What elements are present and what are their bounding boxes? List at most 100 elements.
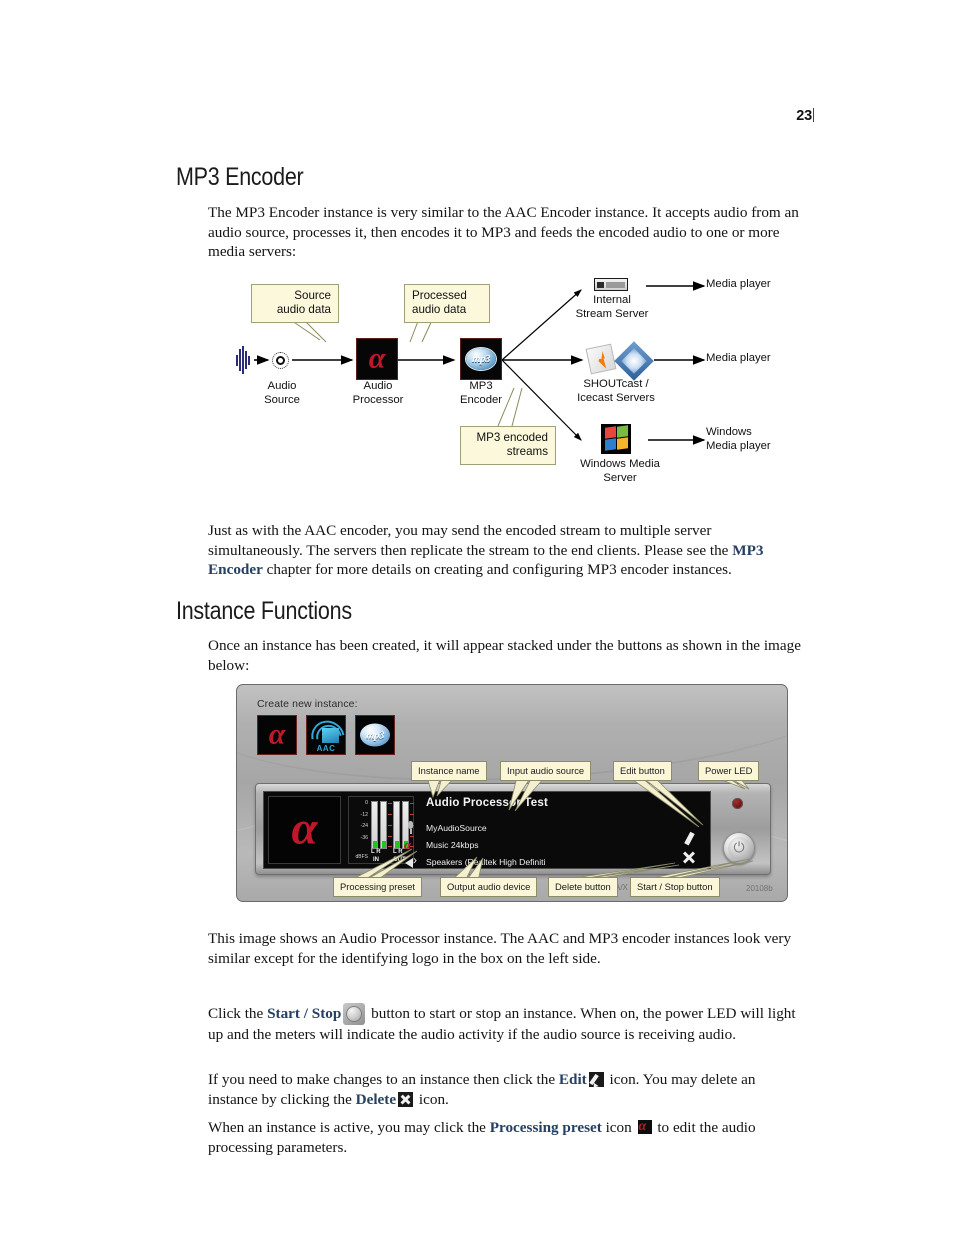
- preset-text-2: icon: [601, 1119, 636, 1136]
- callout-input-audio-source: Input audio source: [500, 761, 592, 781]
- speaker-icon: [404, 853, 418, 868]
- shoutcast-icon: [585, 343, 617, 375]
- link-delete[interactable]: Delete: [356, 1091, 396, 1108]
- meter-label-in: IN: [373, 857, 379, 863]
- heading-instance-functions: Instance Functions: [176, 597, 352, 625]
- instance-row-output-device: Speakers (Realtek High Definiti: [405, 853, 546, 868]
- audio-waveform-icon: [236, 346, 252, 374]
- meter-scale-12: -12: [360, 811, 369, 818]
- paragraph-edit-delete: If you need to make changes to an instan…: [208, 1070, 808, 1109]
- processing-preset-alpha-icon: α: [637, 1120, 652, 1134]
- microphone-icon: [404, 821, 418, 835]
- power-button-icon: ⏻: [343, 1003, 366, 1025]
- paragraph-start-stop: Click the Start / Stop ⏻ button to start …: [208, 1003, 808, 1045]
- label-mp3-encoder: MP3 Encoder: [459, 380, 503, 406]
- label-windows-media-server: Windows Media Server: [580, 458, 660, 484]
- instance-name-text: Audio Processor Test: [426, 797, 549, 809]
- mp3-encoder-flow-diagram: Audio Source α Audio Processor mp3 MP3 E…: [236, 268, 796, 500]
- link-processing-preset[interactable]: Processing preset: [490, 1119, 602, 1136]
- delete-icon[interactable]: [682, 850, 696, 864]
- create-audio-processor-button[interactable]: α: [257, 715, 297, 755]
- paragraph-image-description: This image shows an Audio Processor inst…: [208, 930, 792, 967]
- start-stop-button[interactable]: ⏻: [723, 832, 755, 864]
- alpha-logo-icon: α: [268, 717, 286, 751]
- aac-logo-text: AAC: [316, 744, 336, 753]
- audio-processor-icon: α: [356, 338, 398, 380]
- audio-source-icon: [272, 352, 289, 369]
- document-page: 23 MP3 Encoder The MP3 Encoder instance …: [0, 0, 954, 1235]
- create-aac-encoder-button[interactable]: AAC: [306, 715, 346, 755]
- meter-channels-out: L R: [393, 849, 403, 855]
- meter-scale-36: -36: [360, 834, 369, 841]
- label-internal-stream-server: Internal Stream Server: [575, 294, 649, 320]
- edit-pencil-icon: [588, 1072, 604, 1087]
- mp3-logo-glyph: mp3: [466, 348, 496, 370]
- para-text-2: chapter for more details on creating and…: [262, 561, 732, 579]
- create-mp3-encoder-button[interactable]: mp3: [355, 715, 395, 755]
- instance-row-processing-preset: α Music 24kbps: [404, 838, 479, 851]
- label-shoutcast-icecast-servers: SHOUTcast / Icecast Servers: [577, 378, 655, 404]
- text-caret: [813, 108, 814, 122]
- callout-instance-name: Instance name: [411, 761, 487, 781]
- windows-media-server-icon: [601, 424, 631, 454]
- output-audio-device-value: Speakers (Realtek High Definiti: [426, 857, 546, 867]
- instance-row-input-source: MyAudioSource: [408, 821, 487, 834]
- alpha-preset-icon[interactable]: α: [404, 838, 418, 852]
- paragraph-instance-functions-intro: Once an instance has been created, it wi…: [208, 637, 801, 674]
- para-text-1: Just as with the AAC encoder, you may se…: [208, 522, 733, 559]
- callout-mp3-encoded-streams: MP3 encoded streams: [460, 426, 556, 465]
- edit-text-3: icon.: [415, 1090, 449, 1108]
- meter-channels-in: L R: [371, 849, 381, 855]
- callout-processing-preset: Processing preset: [333, 877, 423, 897]
- meter-scale-0: 0: [365, 800, 368, 806]
- power-led-indicator: [732, 798, 743, 809]
- power-symbol-icon: ⏻: [727, 836, 751, 860]
- callout-delete-button: Delete button: [548, 877, 618, 897]
- aac-logo-icon: AAC: [307, 716, 345, 754]
- link-start-stop[interactable]: Start / Stop: [267, 1005, 341, 1022]
- meter-unit-label: dBFS: [355, 854, 368, 860]
- page-number: 23: [0, 108, 814, 124]
- internal-stream-server-icon: [594, 278, 628, 291]
- instance-type-logo-box: α: [268, 796, 341, 864]
- callout-power-led: Power LED: [698, 761, 760, 781]
- label-windows-media-player: Windows Media player: [706, 426, 771, 452]
- label-media-player-2: Media player: [706, 352, 771, 364]
- callout-source-audio-data: Source audio data: [251, 284, 339, 323]
- edit-icon[interactable]: [683, 832, 696, 848]
- callout-edit-button: Edit button: [613, 761, 672, 781]
- paragraph-mp3-intro: The MP3 Encoder instance is very similar…: [208, 204, 799, 261]
- meter-scale-24: -24: [360, 823, 369, 829]
- create-new-instance-label: Create new instance:: [257, 698, 358, 710]
- watermark-right: 20108b: [746, 884, 773, 893]
- paragraph-processing-preset: When an instance is active, you may clic…: [208, 1118, 808, 1157]
- meter-ticks-in: [388, 801, 392, 849]
- link-edit[interactable]: Edit: [559, 1071, 587, 1088]
- callout-output-audio-device: Output audio device: [440, 877, 538, 897]
- paragraph-after-diagram: Just as with the AAC encoder, you may se…: [208, 521, 808, 580]
- label-audio-source: Audio Source: [264, 380, 300, 406]
- delete-x-icon: [398, 1091, 414, 1107]
- label-audio-processor: Audio Processor: [352, 380, 404, 406]
- instance-panel: α 0 -12 -24 -36 dBFS L R L R IN OUT Audi…: [255, 783, 771, 875]
- mp3-encoder-icon: mp3: [460, 338, 502, 380]
- callout-processed-audio-data: Processed audio data: [404, 284, 490, 323]
- processing-preset-value: Music 24kbps: [426, 840, 479, 850]
- meter-bar-out-left: [393, 801, 400, 849]
- label-media-player-1: Media player: [706, 278, 771, 290]
- alpha-logo-glyph: α: [368, 341, 386, 375]
- page-number-value: 23: [796, 108, 812, 124]
- mp3-logo-icon: mp3: [360, 723, 390, 747]
- meter-bar-in-right: [380, 801, 387, 849]
- startstop-text-1: Click the: [208, 1005, 268, 1022]
- meter-bar-in-left: [371, 801, 378, 849]
- heading-mp3-encoder: MP3 Encoder: [176, 163, 304, 191]
- meter-scale-labels: 0 -12 -24 -36 dBFS: [351, 800, 368, 866]
- application-screenshot: Create new instance: α AAC mp3 α 0 -12 -…: [236, 684, 788, 902]
- preset-text-1: When an instance is active, you may clic…: [208, 1119, 490, 1136]
- edit-text-1: If you need to make changes to an instan…: [208, 1071, 559, 1088]
- callout-start-stop-button: Start / Stop button: [630, 877, 720, 897]
- input-audio-source-value: MyAudioSource: [426, 823, 487, 833]
- icecast-icon: [614, 341, 654, 381]
- instance-display-screen: α 0 -12 -24 -36 dBFS L R L R IN OUT Audi…: [263, 791, 711, 869]
